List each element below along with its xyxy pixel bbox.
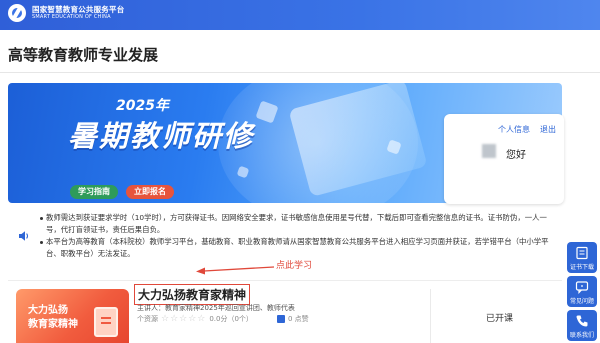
user-avatar — [482, 144, 496, 158]
faq-icon — [575, 281, 589, 294]
like-count: 0 点赞 — [287, 315, 309, 323]
platform-logo[interactable]: 国家智慧教育公共服务平台 SMART EDUCATION OF CHINA — [8, 4, 124, 22]
contact-us-button[interactable]: 联系我们 — [567, 310, 597, 341]
logo-icon — [8, 4, 26, 22]
float-button-label: 证书下载 — [569, 264, 594, 271]
course-title[interactable]: 大力弘扬教育家精神 — [134, 284, 251, 305]
rating-score: 0.0分（0个） — [209, 315, 253, 323]
logo-title-en: SMART EDUCATION OF CHINA — [32, 14, 111, 21]
faq-button[interactable]: 常见问题 — [567, 276, 597, 307]
banner-title: 暑期教师研修 — [68, 119, 255, 153]
banner-year: 2025年 — [116, 98, 169, 114]
thumbs-up-icon[interactable] — [276, 315, 285, 323]
thumbnail-text-line: 教育家精神 — [28, 319, 78, 330]
course-lecturer: 主讲人：教育家精神2025年巡回宣讲团、教师代表 — [137, 304, 295, 312]
float-button-label: 联系我们 — [569, 332, 594, 339]
certificate-download-button[interactable]: 证书下载 — [567, 242, 597, 273]
certificate-icon — [576, 246, 588, 260]
resource-count: 个资源 — [137, 315, 158, 323]
main-content: 高等教育教师专业发展 2025年 暑期教师研修 学习指南 立即报名 个人信息 退… — [0, 30, 600, 343]
thumbnail-text-line: 大力弘扬 — [28, 305, 68, 316]
book-icon — [94, 307, 118, 337]
course-stats: 个资源 ☆☆☆☆☆ 0.0分（0个） 0 点赞 — [137, 314, 309, 324]
notice-item: 本平台为高等教育（本科院校）教师学习平台，基础教育、职业教育教师请从国家智慧教育… — [40, 236, 560, 260]
page-title: 高等教育教师专业发展 — [8, 46, 159, 64]
user-greeting: 您好 — [506, 150, 526, 161]
study-hint-label: 点此学习 — [276, 261, 313, 271]
notice-list: 教师需达到获证要求学时（10学时），方可获得证书。因网络安全要求，证书敏感信息使… — [40, 212, 560, 260]
star-rating-icon: ☆☆☆☆☆ — [161, 314, 207, 324]
logo-title-cn: 国家智慧教育公共服务平台 — [32, 4, 125, 14]
course-thumbnail[interactable]: 大力弘扬 教育家精神 — [16, 289, 129, 343]
speaker-icon — [19, 231, 29, 241]
top-header: 国家智慧教育公共服务平台 SMART EDUCATION OF CHINA — [0, 0, 600, 30]
phone-icon — [576, 315, 588, 327]
user-card: 个人信息 退出 您好 — [444, 114, 564, 204]
course-card[interactable]: 大力弘扬 教育家精神 大力弘扬教育家精神 主讲人：教育家精神2025年巡回宣讲团… — [8, 280, 562, 343]
signup-button[interactable]: 立即报名 — [126, 185, 174, 199]
profile-link[interactable]: 个人信息 — [498, 124, 530, 135]
float-button-label: 常见问题 — [569, 298, 594, 305]
logout-link[interactable]: 退出 — [540, 124, 556, 135]
study-guide-button[interactable]: 学习指南 — [70, 185, 118, 199]
course-divider — [430, 289, 431, 343]
arrow-left-icon — [196, 266, 275, 275]
course-status: 已开课 — [486, 314, 514, 324]
notice-item: 教师需达到获证要求学时（10学时），方可获得证书。因网络安全要求，证书敏感信息使… — [40, 212, 560, 236]
title-divider — [0, 72, 600, 73]
